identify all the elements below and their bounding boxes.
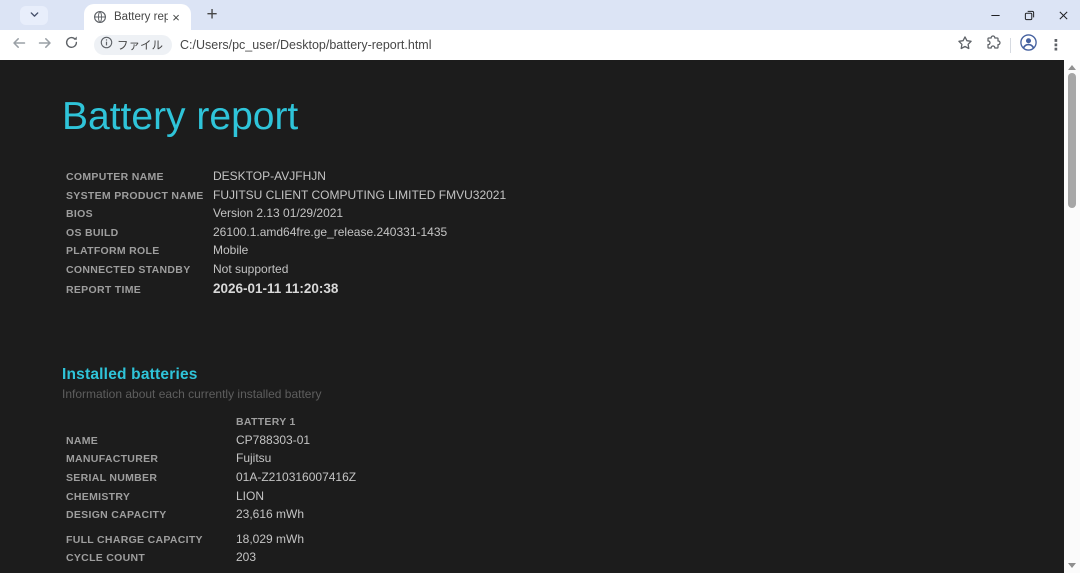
battery-value: 203	[236, 549, 1000, 567]
tab-close-icon[interactable]: ×	[168, 9, 184, 25]
close-button[interactable]	[1046, 0, 1080, 30]
info-value: 26100.1.amd64fre.ge_release.240331-1435	[213, 224, 1000, 242]
toolbar-divider	[1010, 38, 1011, 53]
forward-button[interactable]	[32, 32, 58, 58]
page-title: Battery report	[62, 94, 1000, 140]
info-value: Mobile	[213, 242, 1000, 260]
bookmark-button[interactable]	[951, 32, 979, 58]
window-controls	[978, 0, 1080, 30]
battery-label: SERIAL NUMBER	[66, 470, 236, 488]
scrollbar-down-arrow-icon[interactable]	[1068, 563, 1076, 568]
browser-window: Battery report × +	[0, 0, 1080, 573]
extensions-button[interactable]	[979, 32, 1007, 58]
info-icon	[100, 36, 113, 54]
battery-label: CHEMISTRY	[66, 489, 236, 507]
battery-label: NAME	[66, 433, 236, 451]
tab-battery-report[interactable]: Battery report ×	[84, 4, 191, 30]
back-button[interactable]	[6, 32, 32, 58]
globe-icon	[93, 10, 107, 24]
info-value: FUJITSU CLIENT COMPUTING LIMITED FMVU320…	[213, 187, 1000, 205]
info-label: PLATFORM ROLE	[66, 243, 213, 261]
new-tab-button[interactable]: +	[199, 2, 225, 28]
chevron-down-icon	[29, 7, 40, 25]
info-label: REPORT TIME	[66, 282, 213, 300]
info-value: Not supported	[213, 261, 1000, 279]
url-text: C:/Users/pc_user/Desktop/battery-report.…	[180, 38, 431, 52]
address-bar[interactable]: ファイル C:/Users/pc_user/Desktop/battery-re…	[94, 35, 951, 55]
file-scheme-label: ファイル	[117, 37, 163, 53]
info-value: DESKTOP-AVJFHJN	[213, 168, 1000, 186]
installed-batteries-subtitle: Information about each currently install…	[62, 387, 1000, 401]
battery-table: BATTERY 1 NAME CP788303-01 MANUFACTURER …	[66, 414, 1000, 568]
star-icon	[957, 35, 973, 56]
tab-search-button[interactable]	[20, 6, 48, 25]
toolbar: ファイル C:/Users/pc_user/Desktop/battery-re…	[0, 30, 1080, 60]
battery-value: 18,029 mWh	[236, 531, 1000, 549]
scrollbar-thumb[interactable]	[1068, 73, 1076, 208]
menu-button[interactable]: ⋮	[1042, 32, 1070, 58]
restore-button[interactable]	[1012, 0, 1046, 30]
battery-label: MANUFACTURER	[66, 451, 236, 469]
reload-button[interactable]	[58, 32, 84, 58]
battery-value: CP788303-01	[236, 432, 1000, 450]
battery-value: 01A-Z210316007416Z	[236, 469, 1000, 487]
tab-title: Battery report	[114, 11, 168, 23]
info-label: CONNECTED STANDBY	[66, 262, 213, 280]
battery-label: DESIGN CAPACITY	[66, 507, 236, 525]
report-time-value: 2026-01-11 11:20:38	[213, 280, 1000, 298]
three-dot-menu-icon: ⋮	[1049, 36, 1064, 54]
battery-column-header: BATTERY 1	[236, 414, 1000, 432]
profile-button[interactable]	[1014, 32, 1042, 58]
reload-icon	[64, 35, 79, 55]
system-info-table: COMPUTER NAME DESKTOP-AVJFHJN SYSTEM PRO…	[66, 168, 1000, 299]
info-value: Version 2.13 01/29/2021	[213, 205, 1000, 223]
puzzle-icon	[985, 35, 1001, 56]
minimize-button[interactable]	[978, 0, 1012, 30]
battery-label: CYCLE COUNT	[66, 550, 236, 568]
battery-value: Fujitsu	[236, 450, 1000, 468]
battery-value: 23,616 mWh	[236, 506, 1000, 524]
forward-arrow-icon	[37, 35, 53, 56]
installed-batteries-heading: Installed batteries	[62, 366, 1000, 384]
page-scrollbar[interactable]	[1064, 60, 1080, 573]
scrollbar-up-arrow-icon[interactable]	[1068, 65, 1076, 70]
info-label: BIOS	[66, 206, 213, 224]
back-arrow-icon	[11, 35, 27, 56]
info-label: OS BUILD	[66, 225, 213, 243]
battery-report-page: Battery report COMPUTER NAME DESKTOP-AVJ…	[0, 60, 1080, 568]
battery-label: FULL CHARGE CAPACITY	[66, 532, 236, 550]
battery-value: LION	[236, 488, 1000, 506]
info-label: COMPUTER NAME	[66, 169, 213, 187]
avatar-icon	[1019, 33, 1038, 57]
page-content: Battery report COMPUTER NAME DESKTOP-AVJ…	[0, 60, 1080, 573]
file-scheme-badge[interactable]: ファイル	[94, 35, 172, 55]
info-label: SYSTEM PRODUCT NAME	[66, 188, 213, 206]
titlebar: Battery report × +	[0, 0, 1080, 30]
toolbar-right: ⋮	[951, 32, 1070, 58]
